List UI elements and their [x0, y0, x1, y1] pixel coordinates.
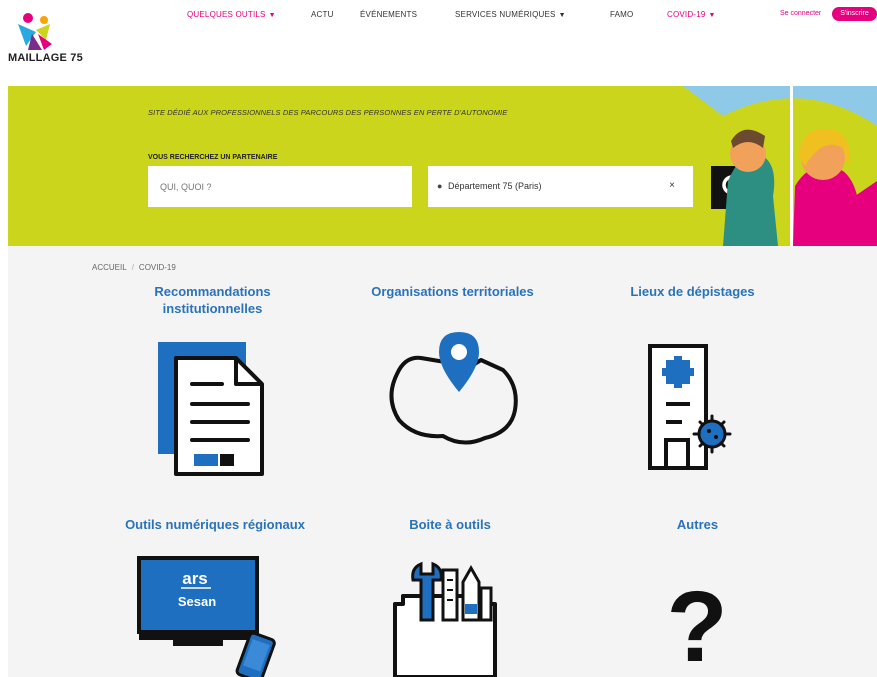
nav-item-services-numeriques[interactable]: SERVICES NUMÉRIQUES ▼ — [455, 10, 566, 19]
nav-item-evenements[interactable]: ÉVÉNEMENTS — [360, 10, 417, 19]
computer-phone-icon[interactable]: ars Sesan — [135, 554, 295, 677]
ars-logo-text: ars — [182, 569, 208, 588]
chevron-down-icon: ▼ — [558, 12, 566, 19]
nav-label: ACTU — [311, 10, 334, 19]
card-title-organisations[interactable]: Organisations territoriales — [345, 283, 560, 300]
nav-item-covid[interactable]: COVID-19 ▼ — [667, 10, 716, 19]
clear-location-icon[interactable]: × — [669, 180, 675, 191]
breadcrumb: ACCUEIL / COVID-19 — [92, 263, 176, 272]
register-button[interactable]: S'inscrire — [832, 7, 877, 21]
breadcrumb-separator: / — [131, 263, 134, 272]
breadcrumb-current: COVID-19 — [138, 263, 176, 272]
card-title-boite-outils[interactable]: Boite à outils — [355, 516, 545, 533]
nav-label: SERVICES NUMÉRIQUES — [455, 10, 556, 19]
nav-label: COVID-19 — [667, 10, 706, 19]
chevron-down-icon: ▼ — [708, 12, 716, 19]
location-field[interactable]: ● Département 75 (Paris) × — [428, 166, 693, 207]
toolbox-icon[interactable] — [385, 560, 505, 677]
search-label: VOUS RECHERCHEZ UN PARTENAIRE — [148, 154, 278, 161]
question-mark-icon[interactable]: ? — [662, 575, 732, 675]
site-header: MAILLAGE 75 QUELQUES OUTILS ▼ ACTU ÉVÉNEM… — [0, 0, 877, 86]
hospital-virus-icon[interactable] — [640, 338, 740, 476]
nav-label: ÉVÉNEMENTS — [360, 10, 418, 19]
logo-text: MAILLAGE 75 — [8, 52, 83, 64]
login-link[interactable]: Se connecter — [780, 10, 821, 17]
card-title-autres[interactable]: Autres — [610, 516, 785, 533]
card-title-recommandations[interactable]: Recommandations institutionnelles — [130, 283, 295, 317]
sesan-logo-text: Sesan — [178, 594, 216, 609]
logo-mark-icon — [18, 13, 52, 50]
hero-tagline: SITE DÉDIÉ AUX PROFESSIONNELS DES PARCOU… — [148, 108, 508, 117]
search-input[interactable] — [148, 166, 412, 207]
hero-banner: SITE DÉDIÉ AUX PROFESSIONNELS DES PARCOU… — [8, 86, 877, 246]
chevron-down-icon: ▼ — [268, 12, 276, 19]
nav-item-quelques-outils[interactable]: QUELQUES OUTILS ▼ — [187, 10, 276, 19]
nav-label: QUELQUES OUTILS — [187, 10, 266, 19]
map-pin-icon[interactable] — [385, 328, 525, 450]
people-umbrella-illustration — [683, 86, 877, 246]
card-title-outils-numeriques[interactable]: Outils numériques régionaux — [100, 516, 330, 533]
document-icon[interactable] — [150, 338, 270, 478]
card-title-depistages[interactable]: Lieux de dépistages — [610, 283, 775, 300]
nav-item-famo[interactable]: FAMO — [610, 10, 633, 19]
nav-label: FAMO — [610, 10, 634, 19]
location-value: Département 75 (Paris) — [448, 181, 542, 191]
globe-icon: ● — [437, 181, 443, 191]
nav-item-actu[interactable]: ACTU — [311, 10, 334, 19]
question-mark-glyph: ? — [666, 575, 727, 675]
breadcrumb-home[interactable]: ACCUEIL — [92, 263, 127, 272]
